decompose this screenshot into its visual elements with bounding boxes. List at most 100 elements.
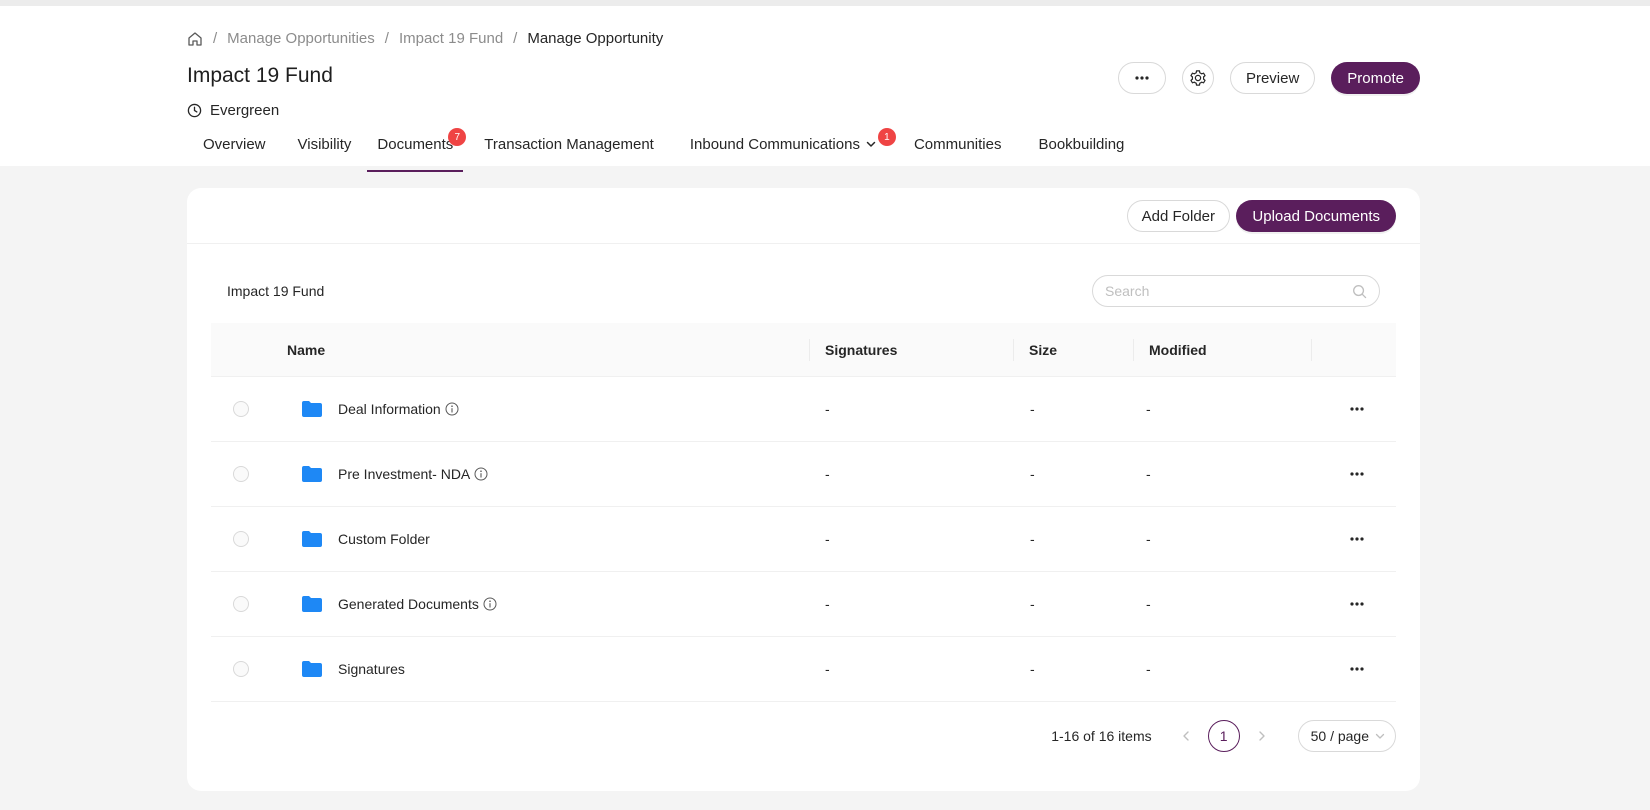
pagination-total: 1-16 of 16 items	[1051, 728, 1152, 744]
size-cell: -	[1030, 596, 1035, 612]
folder-name[interactable]: Custom Folder	[338, 531, 430, 547]
row-more-button[interactable]	[1311, 667, 1396, 671]
tab-bar: Overview Visibility Documents 7 Transact…	[187, 128, 1140, 172]
folder-name[interactable]: Generated Documents	[338, 596, 479, 612]
row-more-button[interactable]	[1311, 602, 1396, 606]
pagination: 1-16 of 16 items 1 50 / page	[1051, 720, 1396, 752]
breadcrumb-separator: /	[513, 30, 518, 47]
more-actions-button[interactable]	[1117, 62, 1166, 94]
preview-button[interactable]: Preview	[1229, 62, 1316, 94]
signatures-cell: -	[825, 401, 830, 417]
documents-toolbar: Add Folder Upload Documents	[187, 188, 1420, 244]
tab-label: Documents	[377, 136, 454, 153]
info-icon[interactable]	[483, 597, 497, 611]
folder-icon	[302, 661, 322, 677]
header-size[interactable]: Size	[1013, 323, 1133, 376]
next-page-button[interactable]	[1246, 720, 1278, 752]
row-select-radio[interactable]	[233, 531, 249, 547]
modified-cell: -	[1146, 661, 1151, 677]
header-modified[interactable]: Modified	[1133, 323, 1311, 376]
tab-label: Inbound Communications	[689, 136, 860, 153]
tab-bookbuilding[interactable]: Bookbuilding	[1017, 136, 1140, 172]
ellipsis-icon	[1350, 602, 1364, 606]
page-size-select[interactable]: 50 / page	[1297, 720, 1396, 752]
size-cell: -	[1030, 401, 1035, 417]
row-more-button[interactable]	[1311, 407, 1396, 411]
breadcrumb-current: Manage Opportunity	[527, 30, 664, 47]
add-folder-button[interactable]: Add Folder	[1126, 200, 1230, 232]
folder-icon	[302, 531, 322, 547]
breadcrumb-separator: /	[384, 30, 389, 47]
table-row[interactable]: Deal Information - - -	[211, 377, 1396, 442]
breadcrumb-manage-opportunities[interactable]: Manage Opportunities	[227, 30, 375, 47]
tab-documents[interactable]: Documents 7	[367, 128, 467, 172]
clock-icon	[187, 103, 202, 118]
signatures-cell: -	[825, 661, 830, 677]
row-select-radio[interactable]	[233, 401, 249, 417]
page-title: Impact 19 Fund	[187, 64, 333, 87]
tab-label: Overview	[203, 136, 266, 153]
table-row[interactable]: Pre Investment- NDA - - -	[211, 442, 1396, 507]
size-cell: -	[1030, 531, 1035, 547]
prev-page-button[interactable]	[1170, 720, 1202, 752]
promote-button[interactable]: Promote	[1331, 62, 1420, 94]
settings-button[interactable]	[1181, 62, 1214, 94]
size-cell: -	[1030, 466, 1035, 482]
page-header: / Manage Opportunities / Impact 19 Fund …	[0, 6, 1650, 172]
folder-name[interactable]: Deal Information	[338, 401, 441, 417]
row-more-button[interactable]	[1311, 537, 1396, 541]
info-icon[interactable]	[474, 467, 488, 481]
chevron-down-icon	[1375, 733, 1385, 739]
info-icon[interactable]	[445, 402, 459, 416]
header-select	[211, 323, 287, 376]
breadcrumb: / Manage Opportunities / Impact 19 Fund …	[187, 30, 663, 47]
gear-icon	[1190, 70, 1206, 86]
row-select-radio[interactable]	[233, 466, 249, 482]
header-signatures[interactable]: Signatures	[809, 323, 1013, 376]
home-icon[interactable]	[187, 31, 203, 47]
signatures-cell: -	[825, 596, 830, 612]
ellipsis-icon	[1350, 472, 1364, 476]
upload-documents-button[interactable]: Upload Documents	[1236, 200, 1396, 232]
modified-cell: -	[1146, 466, 1151, 482]
folder-icon	[302, 401, 322, 417]
table-row[interactable]: Custom Folder - - -	[211, 507, 1396, 572]
tab-communities[interactable]: Communities	[894, 136, 1018, 172]
row-select-radio[interactable]	[233, 661, 249, 677]
status-text: Evergreen	[210, 102, 280, 119]
signatures-cell: -	[825, 466, 830, 482]
chevron-down-icon	[866, 141, 876, 147]
row-more-button[interactable]	[1311, 472, 1396, 476]
table-row[interactable]: Signatures - - -	[211, 637, 1396, 702]
row-select-radio[interactable]	[233, 596, 249, 612]
table-header: Name Signatures Size Modified	[211, 323, 1396, 377]
tab-visibility[interactable]: Visibility	[282, 136, 368, 172]
tab-overview[interactable]: Overview	[187, 136, 282, 172]
page-size-value: 50 / page	[1310, 728, 1369, 744]
tab-label: Bookbuilding	[1038, 136, 1125, 153]
breadcrumb-separator: /	[213, 30, 218, 47]
folder-icon	[302, 466, 322, 482]
search-box	[1092, 275, 1380, 307]
tab-inbound-communications[interactable]: Inbound Communications 1	[670, 128, 896, 172]
ellipsis-icon	[1350, 537, 1364, 541]
tab-transaction-management[interactable]: Transaction Management	[463, 136, 670, 172]
search-icon[interactable]	[1352, 284, 1367, 299]
ellipsis-icon	[1350, 667, 1364, 671]
folder-name[interactable]: Pre Investment- NDA	[338, 466, 470, 482]
folder-name[interactable]: Signatures	[338, 661, 405, 677]
page-number-button[interactable]: 1	[1207, 720, 1240, 752]
current-folder-title: Impact 19 Fund	[227, 283, 325, 299]
ellipsis-icon	[1350, 407, 1364, 411]
tab-label: Transaction Management	[484, 136, 654, 153]
signatures-cell: -	[825, 531, 830, 547]
documents-table: Name Signatures Size Modified Deal Infor…	[211, 323, 1396, 702]
status-line: Evergreen	[187, 102, 279, 119]
breadcrumb-impact-19-fund[interactable]: Impact 19 Fund	[399, 30, 503, 47]
search-input[interactable]	[1105, 283, 1352, 299]
chevron-left-icon	[1182, 731, 1189, 741]
ellipsis-icon	[1135, 76, 1149, 80]
table-row[interactable]: Generated Documents - - -	[211, 572, 1396, 637]
header-name[interactable]: Name	[287, 323, 809, 376]
modified-cell: -	[1146, 401, 1151, 417]
